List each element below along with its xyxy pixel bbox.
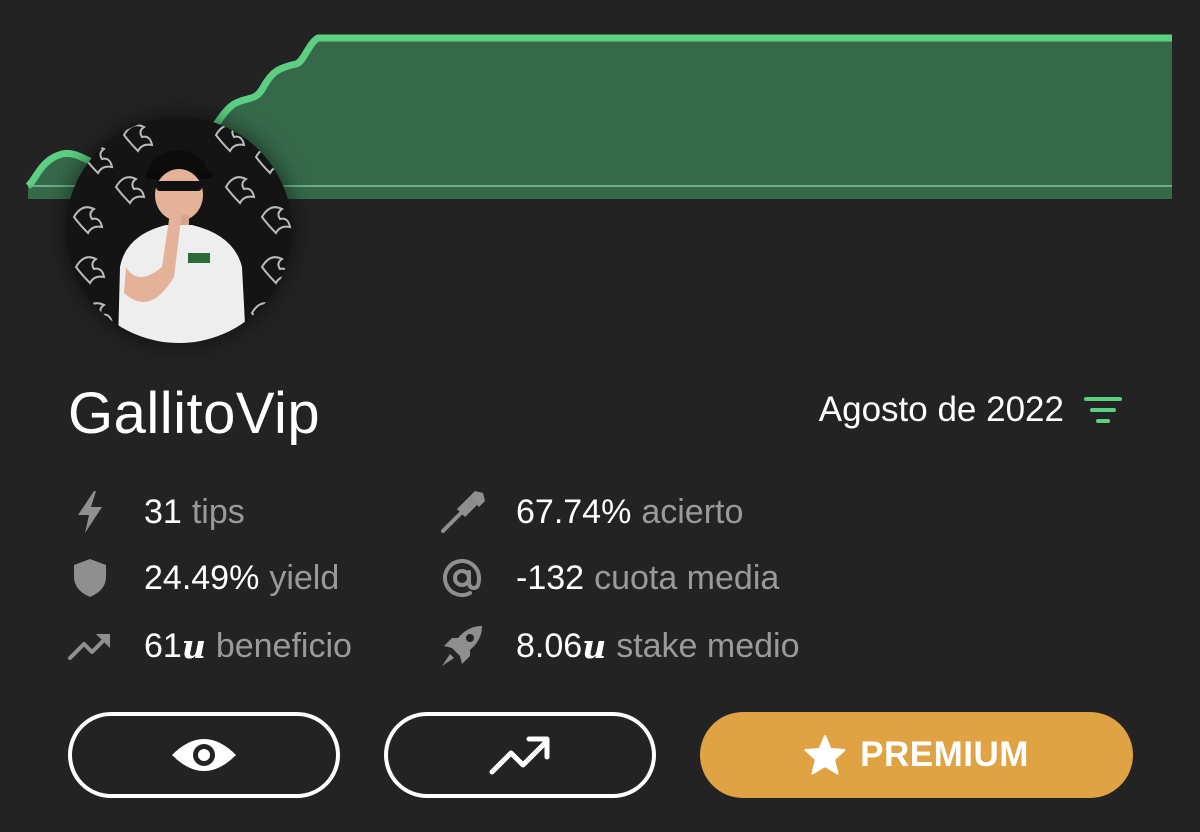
stat-yield: 24.49% yield (66, 554, 339, 602)
stat-stake-medio-label: stake medio (616, 626, 800, 665)
at-icon (438, 554, 486, 602)
stat-cuota-media-value: -132 (516, 558, 585, 597)
avatar[interactable] (66, 117, 292, 343)
stat-yield-label: yield (269, 558, 340, 597)
premium-label: PREMIUM (860, 735, 1029, 774)
chart-button[interactable] (384, 712, 656, 798)
trending-up-icon (489, 736, 550, 775)
stat-beneficio-label: beneficio (215, 626, 352, 665)
username: GallitoVip (68, 381, 321, 446)
dart-icon (438, 488, 486, 536)
stat-stake-medio: 8.06 u stake medio (438, 622, 800, 670)
filter-icon (1084, 396, 1122, 423)
stat-acierto-label: acierto (641, 492, 744, 531)
star-icon (804, 735, 846, 775)
bolt-icon (66, 488, 114, 536)
stat-acierto: 67.74% acierto (438, 488, 743, 536)
stat-yield-value: 24.49% (144, 558, 260, 597)
stat-tips-value: 31 (144, 492, 182, 531)
view-button[interactable] (68, 712, 340, 798)
shield-icon (66, 554, 114, 602)
stat-beneficio-value: 61 (144, 626, 182, 665)
stat-tips-label: tips (191, 492, 245, 531)
rocket-icon (438, 622, 486, 670)
stat-tips: 31 tips (66, 488, 245, 536)
stat-cuota-media: -132 cuota media (438, 554, 779, 602)
stat-stake-medio-unit: u (582, 626, 607, 666)
stat-beneficio: 61 u beneficio (66, 622, 352, 670)
eye-icon (172, 739, 236, 771)
trending-up-icon (66, 622, 114, 670)
avatar-photo (66, 117, 292, 343)
stat-stake-medio-value: 8.06 (516, 626, 583, 665)
premium-button[interactable]: PREMIUM (700, 712, 1133, 798)
stat-acierto-value: 67.74% (516, 492, 632, 531)
period-label: Agosto de 2022 (818, 390, 1064, 429)
stat-cuota-media-label: cuota media (594, 558, 780, 597)
stat-beneficio-unit: u (181, 626, 206, 666)
period-selector[interactable]: Agosto de 2022 (819, 392, 1122, 427)
